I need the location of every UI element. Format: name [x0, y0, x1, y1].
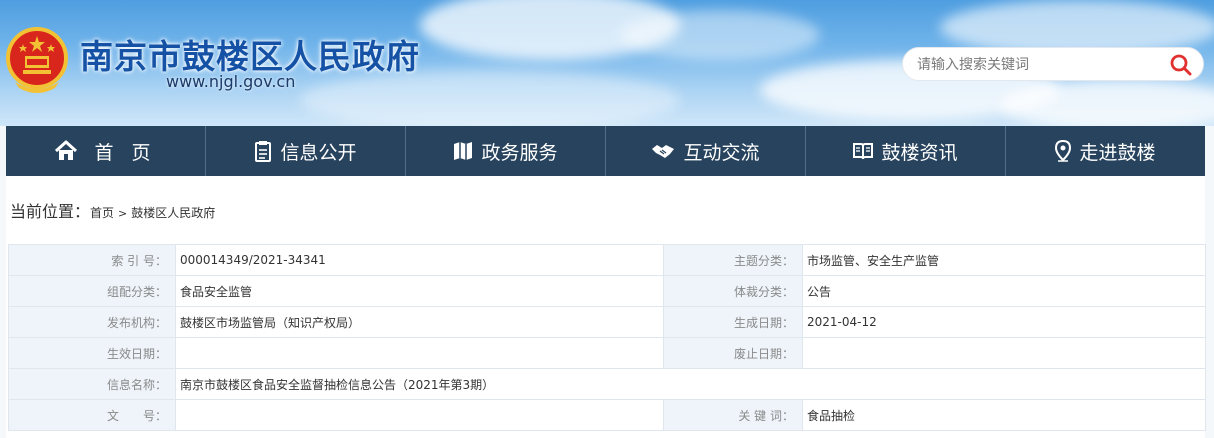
nav-item-info-disclosure[interactable]: 信息公开	[206, 126, 406, 176]
main-content: 当前位置：首页 > 鼓楼区人民政府 索 引 号： 000014349/2021-34…	[6, 176, 1206, 438]
nav-label: 政务服务	[481, 141, 558, 164]
info-name-label: 信息名称：	[8, 368, 176, 400]
table-row: 组配分类： 食品安全监管 体裁分类： 公告	[8, 275, 1206, 307]
nav-label: 信息公开	[280, 141, 357, 164]
breadcrumb-separator: >	[118, 207, 128, 220]
effective-date-value	[175, 337, 664, 369]
document-meta-table: 索 引 号： 000014349/2021-34341 主题分类： 市场监管、安…	[8, 244, 1206, 431]
national-emblem-icon	[6, 27, 68, 93]
info-name-value: 南京市鼓楼区食品安全监督抽检信息公告（2021年第3期）	[175, 368, 1206, 400]
genre-label: 体裁分类：	[663, 275, 803, 307]
repeal-date-label: 废止日期：	[663, 337, 803, 369]
search-icon[interactable]	[1169, 53, 1193, 77]
table-row: 文 号： 关 键 词： 食品抽检	[8, 399, 1206, 431]
topic-value: 市场监管、安全生产监管	[802, 244, 1206, 276]
nav-label: 走进鼓楼	[1079, 141, 1156, 164]
effective-date-label: 生效日期：	[8, 337, 176, 369]
nav-item-interaction[interactable]: 互动交流	[606, 126, 806, 176]
site-url: www.njgl.gov.cn	[166, 72, 296, 91]
keyword-label: 关 键 词：	[663, 399, 803, 431]
site-header: 南京市鼓楼区人民政府 www.njgl.gov.cn	[0, 0, 1214, 126]
created-date-value: 2021-04-12	[802, 306, 1206, 338]
category-value: 食品安全监管	[175, 275, 664, 307]
breadcrumb-prefix: 当前位置：	[10, 202, 91, 221]
nav-label: 首 页	[94, 141, 157, 164]
search-box	[902, 47, 1204, 81]
clipboard-icon	[255, 141, 272, 162]
category-label: 组配分类：	[8, 275, 176, 307]
table-row: 索 引 号： 000014349/2021-34341 主题分类： 市场监管、安…	[8, 244, 1206, 276]
index-label: 索 引 号：	[8, 244, 176, 276]
topic-label: 主题分类：	[663, 244, 803, 276]
handshake-icon	[652, 145, 675, 158]
main-nav: 首 页 信息公开 政务服务 互动交流 鼓楼资讯 走进鼓楼	[6, 126, 1205, 176]
nav-item-home[interactable]: 首 页	[6, 126, 206, 176]
site-title: 南京市鼓楼区人民政府	[80, 37, 420, 76]
breadcrumb-current-link[interactable]: 鼓楼区人民政府	[131, 206, 215, 220]
doc-number-label: 文 号：	[8, 399, 176, 431]
home-icon	[55, 140, 78, 160]
nav-label: 鼓楼资讯	[881, 141, 958, 164]
table-row: 生效日期： 废止日期：	[8, 337, 1206, 369]
breadcrumb-home-link[interactable]: 首页	[90, 206, 114, 220]
repeal-date-value	[802, 337, 1206, 369]
search-input[interactable]	[917, 54, 1157, 76]
table-row: 信息名称： 南京市鼓楼区食品安全监督抽检信息公告（2021年第3期）	[8, 368, 1206, 400]
location-pin-icon	[1055, 140, 1072, 162]
nav-item-gulou-news[interactable]: 鼓楼资讯	[806, 126, 1006, 176]
nav-label: 互动交流	[683, 141, 760, 164]
nav-item-visit-gulou[interactable]: 走进鼓楼	[1006, 126, 1205, 176]
index-value: 000014349/2021-34341	[175, 244, 664, 276]
map-icon	[454, 142, 473, 160]
breadcrumb: 当前位置：首页 > 鼓楼区人民政府	[10, 198, 215, 222]
table-row: 发布机构： 鼓楼区市场监管局（知识产权局） 生成日期： 2021-04-12	[8, 306, 1206, 338]
genre-value: 公告	[802, 275, 1206, 307]
doc-number-value	[175, 399, 664, 431]
book-icon	[853, 143, 874, 160]
nav-item-gov-services[interactable]: 政务服务	[406, 126, 606, 176]
keyword-value: 食品抽检	[802, 399, 1206, 431]
publisher-value: 鼓楼区市场监管局（知识产权局）	[175, 306, 664, 338]
publisher-label: 发布机构：	[8, 306, 176, 338]
created-date-label: 生成日期：	[663, 306, 803, 338]
